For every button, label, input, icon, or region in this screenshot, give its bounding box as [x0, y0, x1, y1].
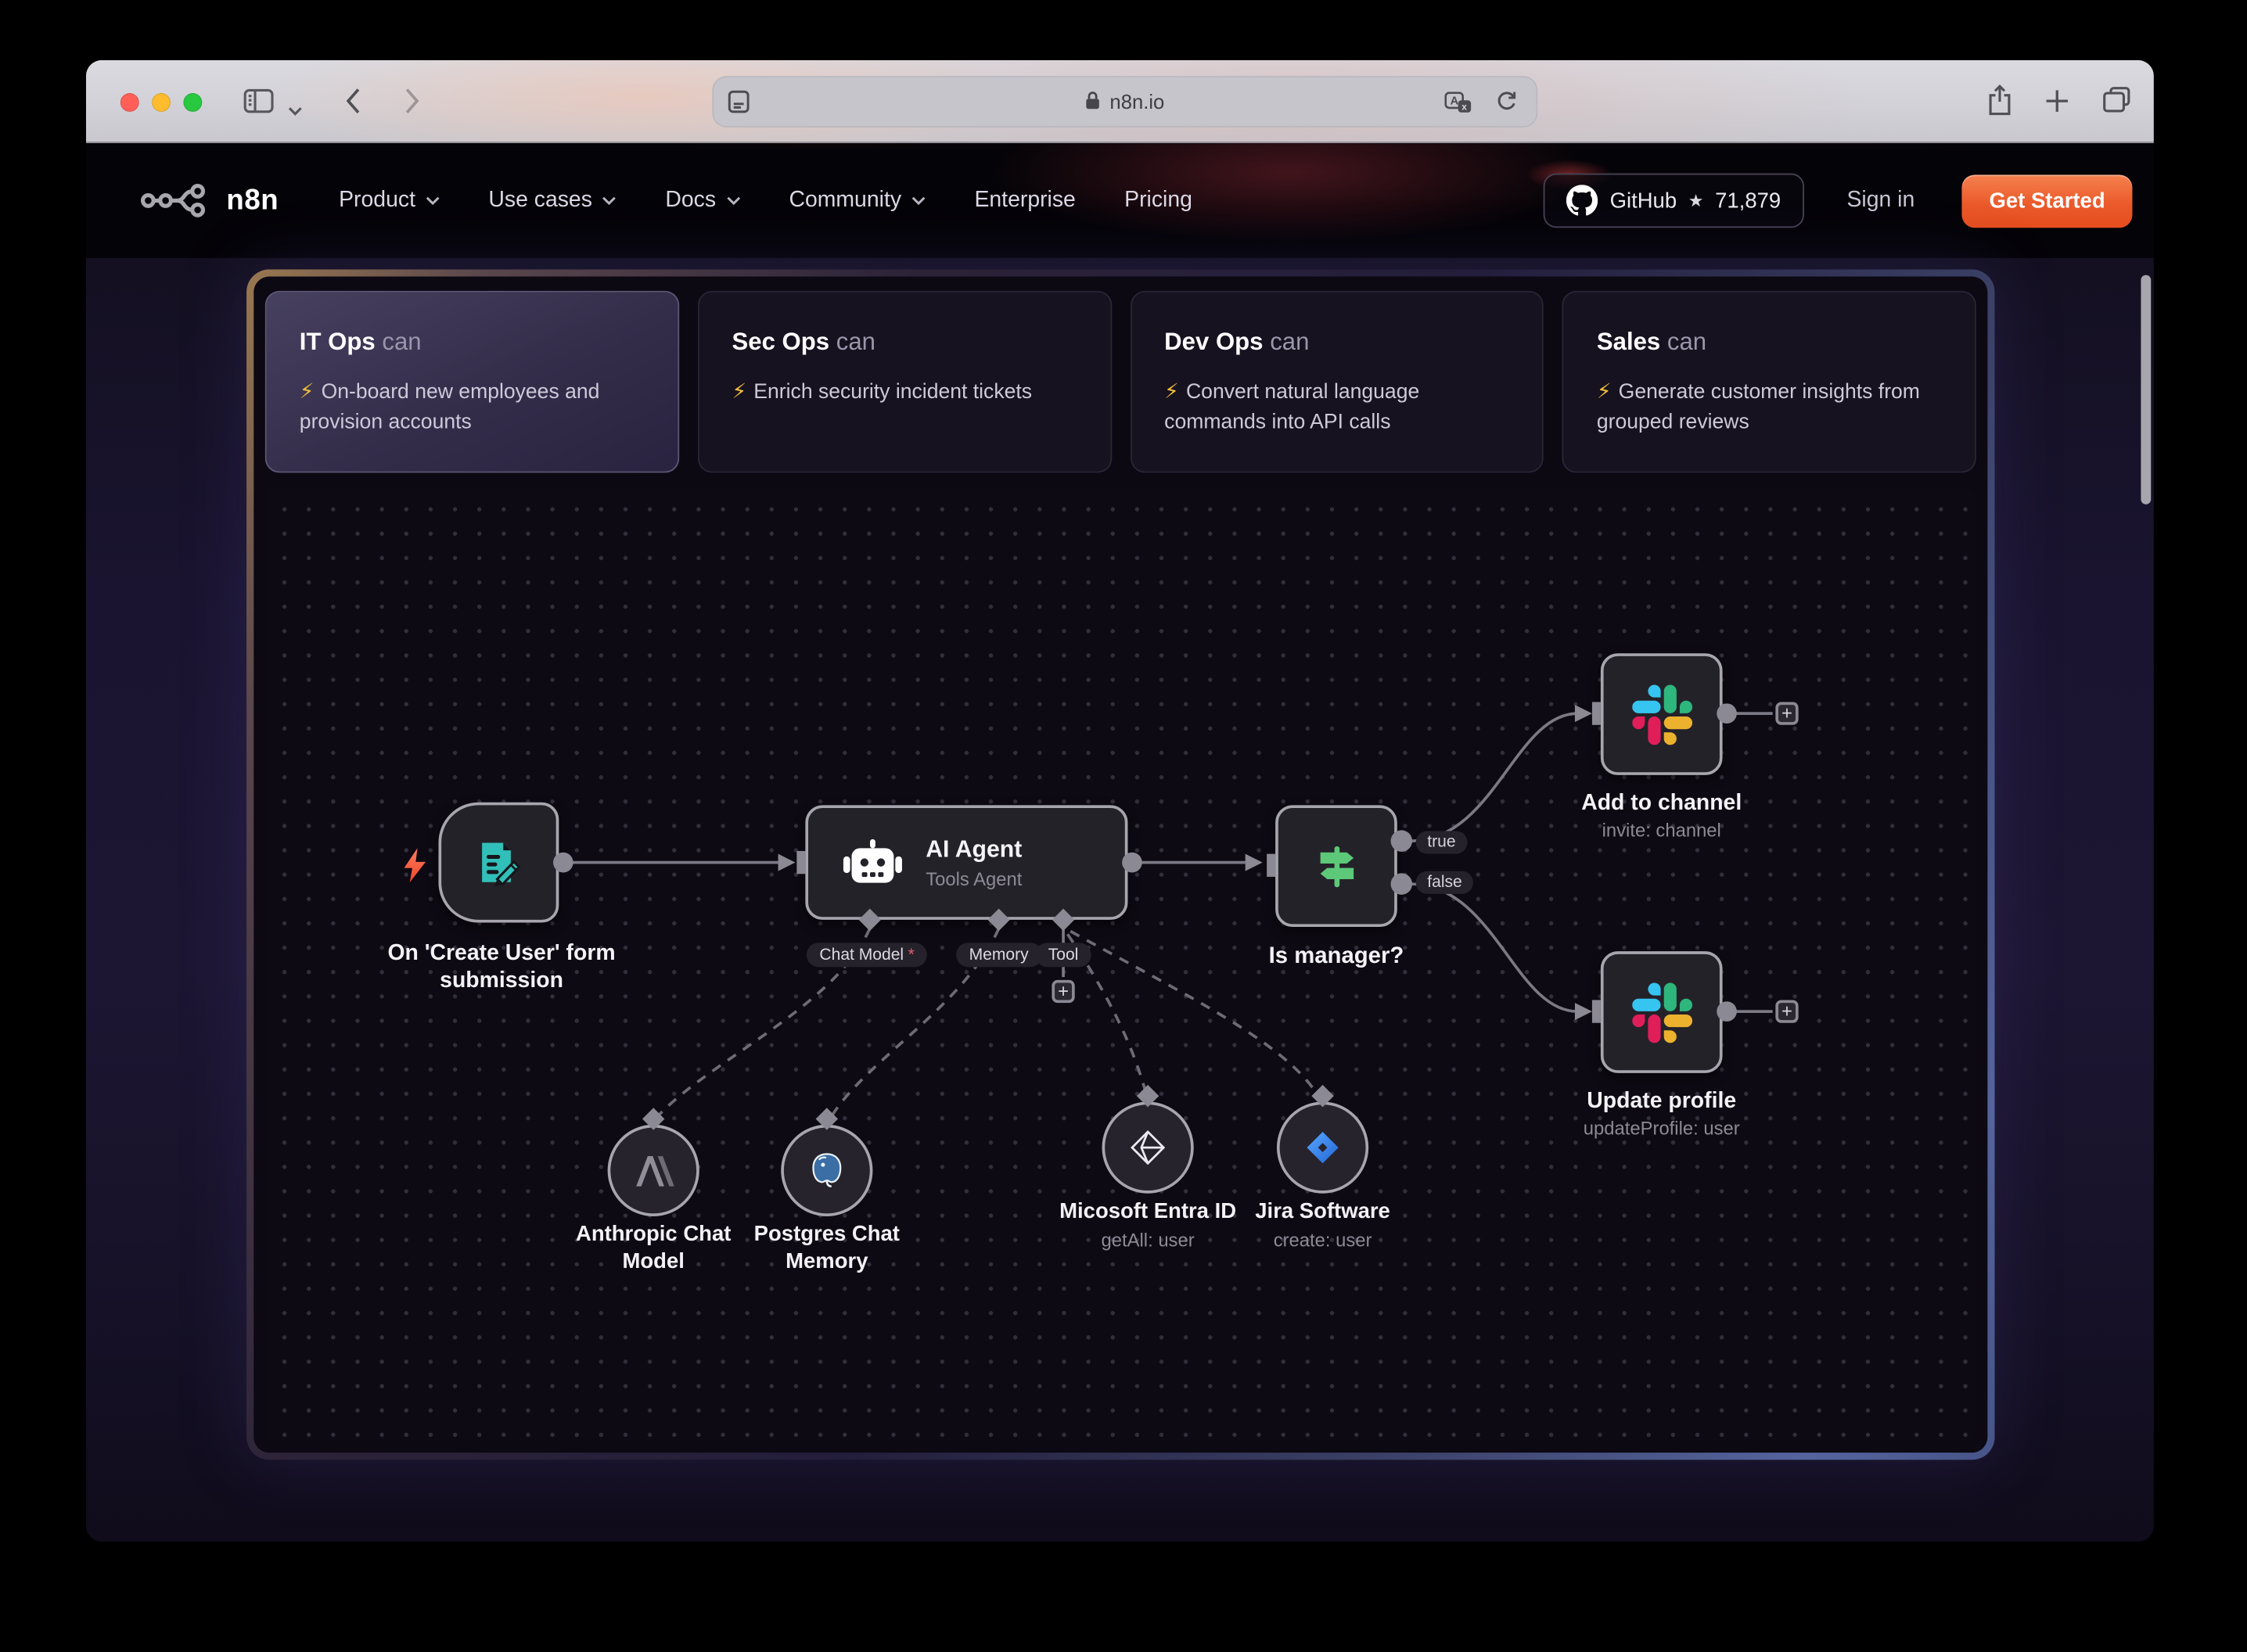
new-tab-icon[interactable] [2045, 89, 2069, 120]
browser-window: n8n.io Ax [86, 60, 2154, 1542]
node-anthropic-chat-model[interactable] [608, 1125, 699, 1216]
minimize-window-button[interactable] [152, 92, 171, 111]
branch-output-label-true: true [1416, 831, 1468, 853]
branch-output-label-false: false [1416, 871, 1474, 894]
node-label-anthropic: Anthropic Chat Model [553, 1222, 753, 1276]
nav-item-enterprise[interactable]: Enterprise [974, 188, 1075, 214]
node-label-update-profile: Update profile [1529, 1087, 1794, 1115]
node-jira-software[interactable] [1277, 1102, 1368, 1194]
github-octocat-icon [1567, 185, 1598, 216]
node-microsoft-entra-id[interactable] [1102, 1102, 1194, 1194]
lightning-icon: ⚡ [1164, 381, 1179, 404]
workflow-demo-panel: IT Ops can ⚡On-board new employees and p… [246, 269, 1995, 1460]
lock-icon [1085, 89, 1101, 113]
anthropic-icon [631, 1154, 677, 1187]
form-document-icon [472, 835, 527, 890]
webpage: n8n Product Use cases Docs Community Ent… [86, 143, 2154, 1542]
lightning-icon: ⚡ [1597, 381, 1612, 404]
chevron-down-icon [911, 196, 926, 205]
workflow-canvas[interactable]: On 'Create User' form submission [265, 487, 1976, 1442]
robot-icon [843, 838, 903, 886]
slack-icon [1631, 982, 1692, 1043]
screenshot-stage: n8n.io Ax [0, 0, 2247, 1652]
translate-icon[interactable]: Ax [1444, 92, 1472, 120]
site-navbar: n8n Product Use cases Docs Community Ent… [86, 143, 2154, 258]
star-icon: ★ [1688, 191, 1704, 211]
add-tool-button[interactable]: + [1052, 980, 1074, 1003]
nav-item-product[interactable]: Product [339, 188, 440, 214]
port-label-tool: Tool [1035, 943, 1091, 967]
svg-text:A: A [1451, 95, 1459, 107]
github-star-count: 71,879 [1715, 189, 1781, 213]
node-postgres-chat-memory[interactable] [781, 1125, 872, 1216]
nav-item-docs[interactable]: Docs [665, 188, 740, 214]
nav-menu: Product Use cases Docs Community Enterpr… [339, 188, 1192, 214]
persona-card-dev-ops[interactable]: Dev Ops can ⚡Convert natural language co… [1130, 291, 1544, 473]
get-started-button[interactable]: Get Started [1962, 174, 2133, 228]
sidebar-chevron-down-icon[interactable] [288, 98, 302, 124]
node-label-form-trigger: On 'Create User' form submission [353, 940, 651, 996]
node-sublabel-update-profile: updateProfile: user [1529, 1118, 1794, 1139]
lightning-icon: ⚡ [732, 381, 746, 404]
share-icon[interactable] [1987, 84, 2012, 123]
persona-card-sales[interactable]: Sales can ⚡Generate customer insights fr… [1562, 291, 1976, 473]
sidebar-toggle-icon[interactable] [243, 89, 273, 120]
forward-button-icon[interactable] [404, 88, 420, 122]
node-label-postgres: Postgres Chat Memory [727, 1222, 927, 1276]
close-window-button[interactable] [120, 92, 139, 111]
add-next-node-button-bottom[interactable]: + [1775, 1000, 1798, 1022]
ai-agent-text: AI Agent Tools Agent [926, 836, 1022, 889]
jira-icon [1301, 1126, 1344, 1169]
url-host-text: n8n.io [1109, 90, 1164, 113]
signpost-switch-icon [1309, 839, 1364, 893]
github-stars-button[interactable]: GitHub ★ 71,879 [1544, 174, 1803, 228]
nav-item-use-cases[interactable]: Use cases [488, 188, 617, 214]
node-is-manager[interactable] [1275, 805, 1397, 927]
node-sublabel-add-to-channel: invite: channel [1529, 820, 1794, 841]
chevron-down-icon [726, 196, 740, 205]
tab-overview-icon[interactable] [2102, 86, 2131, 120]
persona-cards-row: IT Ops can ⚡On-board new employees and p… [265, 291, 1976, 473]
reload-icon[interactable] [1496, 90, 1517, 120]
node-ai-agent[interactable]: AI Agent Tools Agent [805, 805, 1127, 920]
sign-in-link[interactable]: Sign in [1846, 188, 1914, 214]
page-scrollbar-thumb[interactable] [2141, 275, 2151, 505]
nav-item-pricing[interactable]: Pricing [1124, 188, 1192, 214]
github-label: GitHub [1610, 189, 1677, 213]
node-form-trigger[interactable] [438, 803, 559, 923]
lightning-icon: ⚡ [300, 381, 315, 404]
persona-card-it-ops[interactable]: IT Ops can ⚡On-board new employees and p… [265, 291, 679, 473]
entra-id-icon [1125, 1125, 1171, 1171]
trigger-bolt-icon [404, 848, 426, 882]
chevron-down-icon [602, 196, 617, 205]
add-next-node-button-top[interactable]: + [1775, 702, 1798, 724]
node-label-add-to-channel: Add to channel [1529, 789, 1794, 817]
n8n-logo-text: n8n [226, 184, 279, 217]
ai-agent-subtitle: Tools Agent [926, 867, 1022, 889]
zoom-window-button[interactable] [183, 92, 202, 111]
node-slack-add-to-channel[interactable] [1601, 653, 1723, 775]
n8n-logo-icon [139, 181, 214, 221]
n8n-logo[interactable]: n8n [139, 181, 279, 221]
node-sublabel-jira: create: user [1208, 1230, 1437, 1251]
port-label-memory: Memory [956, 943, 1041, 967]
nav-item-community[interactable]: Community [789, 188, 926, 214]
chevron-down-icon [426, 196, 440, 205]
required-asterisk: * [908, 946, 915, 964]
browser-titlebar: n8n.io Ax [86, 60, 2154, 143]
port-label-chat-model: Chat Model* [807, 943, 927, 967]
postgres-elephant-icon [805, 1149, 848, 1192]
node-label-is-manager: Is manager? [1204, 943, 1469, 971]
back-button-icon[interactable] [345, 88, 361, 122]
svg-text:x: x [1461, 101, 1467, 112]
node-label-jira: Jira Software [1208, 1199, 1437, 1226]
persona-card-sec-ops[interactable]: Sec Ops can ⚡Enrich security incident ti… [698, 291, 1112, 473]
slack-icon [1631, 684, 1692, 745]
address-bar[interactable]: n8n.io Ax [712, 76, 1537, 127]
node-slack-update-profile[interactable] [1601, 951, 1723, 1073]
ai-agent-title: AI Agent [926, 836, 1022, 864]
